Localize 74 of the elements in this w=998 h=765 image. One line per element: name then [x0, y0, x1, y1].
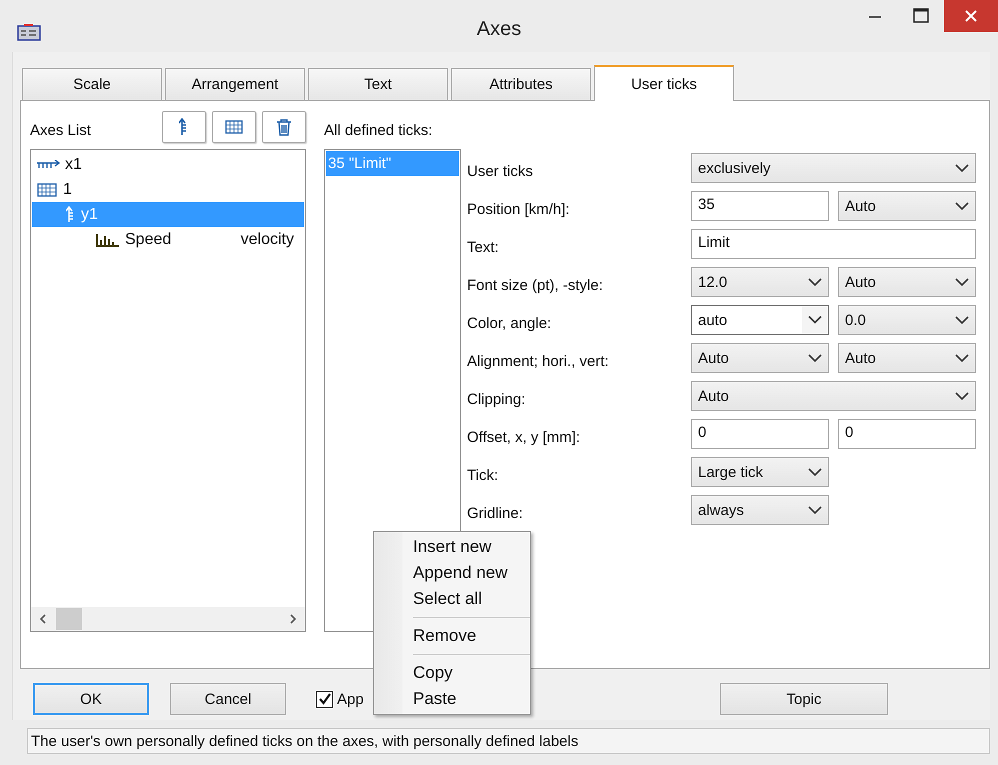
cancel-button[interactable]: Cancel — [170, 683, 286, 715]
input-field[interactable]: 0 — [838, 419, 976, 449]
add-frame-button[interactable] — [212, 111, 256, 143]
topic-button[interactable]: Topic — [720, 683, 888, 715]
tab[interactable]: Scale — [22, 68, 162, 100]
checkbox-label: App — [337, 690, 364, 708]
ok-button[interactable]: OK — [33, 683, 149, 715]
property-label: Clipping: — [467, 390, 526, 408]
tab[interactable]: Arrangement — [165, 68, 305, 100]
input-field[interactable]: 0 — [691, 419, 829, 449]
menu-item[interactable]: Paste — [374, 686, 530, 712]
property-label: Color, angle: — [467, 314, 552, 332]
tab[interactable]: User ticks — [594, 65, 734, 101]
horizontal-scrollbar[interactable] — [31, 607, 305, 631]
trash-icon — [276, 118, 292, 136]
chevron-down-icon — [955, 392, 969, 400]
dropdown[interactable]: Auto — [838, 343, 976, 373]
menu-item[interactable]: Insert new — [374, 534, 530, 560]
menu-item[interactable]: Remove — [374, 623, 530, 649]
tree-item[interactable]: x1 — [32, 152, 304, 177]
chevron-down-icon — [808, 354, 822, 362]
checkbox[interactable] — [316, 690, 333, 708]
chevron-down-icon — [955, 316, 969, 324]
chevron-down-icon — [955, 164, 969, 172]
grid-icon — [36, 182, 58, 198]
chevron-down-icon — [955, 278, 969, 286]
chevron-down-icon — [955, 202, 969, 210]
grid-icon — [224, 119, 244, 135]
menu-item[interactable]: Select all — [374, 586, 530, 612]
dropdown[interactable]: Large tick — [691, 457, 829, 487]
property-label: Font size (pt), -style: — [467, 276, 604, 294]
tree-item[interactable]: 1 — [32, 177, 304, 202]
chevron-down-icon — [808, 468, 822, 476]
chevron-down-icon — [808, 278, 822, 286]
property-label: Text: — [467, 238, 500, 256]
menu-item[interactable]: Append new — [374, 560, 530, 586]
checkmark-icon — [318, 692, 332, 706]
dropdown[interactable]: always — [691, 495, 829, 525]
dropdown[interactable]: Auto — [691, 343, 829, 373]
tab[interactable]: Attributes — [451, 68, 591, 100]
delete-button[interactable] — [262, 111, 306, 143]
tree-item[interactable]: Speed velocity — [32, 227, 304, 252]
dropdown[interactable]: Auto — [691, 381, 976, 411]
input-field[interactable]: 35 — [691, 191, 829, 221]
y-axis-icon — [66, 206, 76, 223]
input-field[interactable]: Limit — [691, 229, 976, 259]
dropdown[interactable]: 12.0 — [691, 267, 829, 297]
axes-list-label: Axes List — [30, 122, 91, 138]
add-axis-button[interactable] — [162, 111, 206, 143]
window-title: Axes — [476, 18, 522, 41]
dropdown[interactable]: exclusively — [691, 153, 976, 183]
dropdown[interactable]: 0.0 — [838, 305, 976, 335]
app-icon — [17, 23, 41, 41]
scrollbar-thumb[interactable] — [56, 608, 82, 630]
dropdown[interactable]: Auto — [838, 267, 976, 297]
property-label: User ticks — [467, 162, 534, 180]
property-label: Gridline: — [467, 504, 524, 522]
bar-chart-icon — [96, 232, 120, 246]
chevron-down-icon — [808, 506, 822, 514]
chevron-down-icon — [955, 354, 969, 362]
chevron-down-icon — [802, 306, 828, 334]
tab[interactable]: Text — [308, 68, 448, 100]
dropdown[interactable]: Auto — [838, 191, 976, 221]
combo-box[interactable]: auto — [691, 305, 829, 335]
property-label: Alignment; hori., vert: — [467, 352, 610, 370]
y-axis-icon — [179, 118, 189, 136]
close-icon[interactable] — [944, 0, 998, 32]
x-axis-icon — [36, 160, 60, 170]
property-label: Offset, x, y [mm]: — [467, 428, 582, 446]
status-bar: The user's own personally defined ticks on the axes, with personally defined labels — [27, 728, 990, 754]
property-label: Tick: — [467, 466, 500, 484]
property-label: Position [km/h]: — [467, 200, 571, 218]
ticks-list-label: All defined ticks: — [324, 120, 434, 140]
menu-item[interactable]: Copy — [374, 660, 530, 686]
